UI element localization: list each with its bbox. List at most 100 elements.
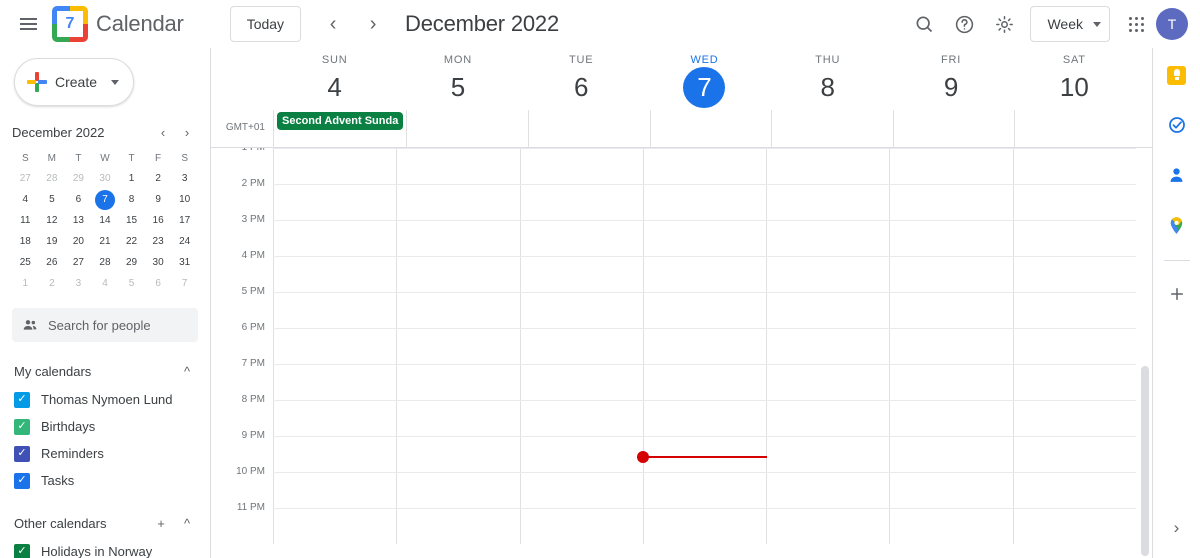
day-header-mon[interactable]: MON 5 bbox=[396, 48, 519, 108]
previous-period-button[interactable]: ‹ bbox=[313, 4, 353, 44]
mini-calendar-next-button[interactable]: › bbox=[176, 121, 198, 143]
day-header-sun[interactable]: SUN 4 bbox=[273, 48, 396, 108]
mini-calendar-day[interactable]: 21 bbox=[92, 231, 119, 252]
time-slot[interactable] bbox=[1012, 437, 1136, 472]
day-number[interactable]: 4 bbox=[314, 67, 356, 108]
search-icon[interactable] bbox=[904, 4, 944, 44]
time-slot[interactable] bbox=[1012, 473, 1136, 508]
time-slot[interactable] bbox=[273, 293, 396, 328]
time-slot[interactable] bbox=[766, 473, 889, 508]
mini-calendar-day[interactable]: 5 bbox=[39, 189, 66, 210]
time-slot[interactable] bbox=[273, 221, 396, 256]
mini-calendar-day[interactable]: 17 bbox=[171, 210, 198, 231]
expand-panel-button[interactable]: › bbox=[1160, 510, 1194, 544]
time-slot[interactable] bbox=[273, 257, 396, 292]
calendar-checkbox[interactable]: ✓ bbox=[14, 445, 30, 462]
time-slot[interactable] bbox=[1012, 149, 1136, 184]
time-slot[interactable] bbox=[642, 149, 766, 184]
time-slot[interactable] bbox=[396, 185, 519, 220]
all-day-event[interactable]: Second Advent Sunda bbox=[277, 112, 404, 130]
search-people-input[interactable]: Search for people bbox=[12, 308, 198, 342]
contacts-icon[interactable] bbox=[1160, 158, 1194, 192]
hamburger-menu-icon[interactable] bbox=[8, 4, 48, 44]
time-slot[interactable] bbox=[766, 149, 889, 184]
time-slot[interactable] bbox=[396, 257, 519, 292]
time-slot[interactable] bbox=[273, 509, 396, 544]
mini-calendar-prev-button[interactable]: ‹ bbox=[152, 121, 174, 143]
time-slot[interactable] bbox=[889, 509, 1012, 544]
day-header-fri[interactable]: FRI 9 bbox=[889, 48, 1012, 108]
mini-calendar-day[interactable]: 27 bbox=[12, 168, 39, 189]
time-slot[interactable] bbox=[519, 473, 643, 508]
mini-calendar-day[interactable]: 25 bbox=[12, 252, 39, 273]
mini-calendar-day[interactable]: 3 bbox=[65, 273, 92, 294]
next-period-button[interactable]: › bbox=[353, 4, 393, 44]
all-day-cell[interactable] bbox=[1014, 110, 1136, 148]
time-slot[interactable] bbox=[642, 365, 766, 400]
mini-calendar-day[interactable]: 8 bbox=[118, 189, 145, 210]
maps-icon[interactable] bbox=[1160, 208, 1194, 242]
gear-icon[interactable] bbox=[984, 4, 1024, 44]
time-slot[interactable] bbox=[889, 149, 1012, 184]
mini-calendar-day[interactable]: 26 bbox=[39, 252, 66, 273]
keep-icon[interactable] bbox=[1160, 58, 1194, 92]
create-button[interactable]: Create bbox=[14, 58, 134, 106]
time-slot[interactable] bbox=[889, 293, 1012, 328]
time-slot[interactable] bbox=[519, 257, 643, 292]
help-icon[interactable] bbox=[944, 4, 984, 44]
time-slot[interactable] bbox=[396, 401, 519, 436]
today-button[interactable]: Today bbox=[229, 6, 302, 42]
mini-calendar-day[interactable]: 18 bbox=[12, 231, 39, 252]
time-slot[interactable] bbox=[889, 365, 1012, 400]
mini-calendar-day[interactable]: 1 bbox=[12, 273, 39, 294]
time-slot[interactable] bbox=[642, 437, 766, 472]
mini-calendar-day[interactable]: 24 bbox=[171, 231, 198, 252]
time-slot[interactable] bbox=[1012, 401, 1136, 436]
time-slot[interactable] bbox=[1012, 509, 1136, 544]
all-day-cell[interactable] bbox=[771, 110, 893, 148]
time-slot[interactable] bbox=[642, 221, 766, 256]
time-slot[interactable] bbox=[396, 149, 519, 184]
time-slot[interactable] bbox=[273, 473, 396, 508]
mini-calendar-day[interactable]: 1 bbox=[118, 168, 145, 189]
all-day-cell[interactable] bbox=[406, 110, 528, 148]
time-slot[interactable] bbox=[642, 329, 766, 364]
time-slot[interactable] bbox=[519, 293, 643, 328]
day-number[interactable]: 9 bbox=[930, 67, 972, 108]
time-slot[interactable] bbox=[889, 185, 1012, 220]
time-slot[interactable] bbox=[519, 149, 643, 184]
mini-calendar-day[interactable]: 15 bbox=[118, 210, 145, 231]
time-slot[interactable] bbox=[396, 509, 519, 544]
time-slot[interactable] bbox=[396, 437, 519, 472]
calendar-logo[interactable]: 7 Calendar bbox=[52, 6, 184, 42]
time-slot[interactable] bbox=[519, 185, 643, 220]
time-slot[interactable] bbox=[273, 401, 396, 436]
mini-calendar-day[interactable]: 19 bbox=[39, 231, 66, 252]
chevron-up-icon[interactable]: ^ bbox=[176, 360, 198, 382]
time-slot[interactable] bbox=[889, 221, 1012, 256]
time-slot[interactable] bbox=[642, 401, 766, 436]
time-slot[interactable] bbox=[396, 293, 519, 328]
other-calendar-item[interactable]: ✓ Holidays in Norway bbox=[0, 538, 210, 558]
time-slot[interactable] bbox=[642, 257, 766, 292]
day-number[interactable]: 8 bbox=[807, 67, 849, 108]
mini-calendar-day[interactable]: 7 bbox=[92, 189, 119, 210]
time-slot[interactable] bbox=[766, 293, 889, 328]
mini-calendar-day[interactable]: 14 bbox=[92, 210, 119, 231]
my-calendar-item[interactable]: ✓ Birthdays bbox=[0, 413, 210, 440]
time-slot[interactable] bbox=[642, 293, 766, 328]
time-slot[interactable] bbox=[642, 473, 766, 508]
time-slot[interactable] bbox=[519, 509, 643, 544]
mini-calendar-day[interactable]: 4 bbox=[92, 273, 119, 294]
time-slot[interactable] bbox=[766, 185, 889, 220]
mini-calendar-day[interactable]: 27 bbox=[65, 252, 92, 273]
mini-calendar-day[interactable]: 12 bbox=[39, 210, 66, 231]
mini-calendar-day[interactable]: 29 bbox=[118, 252, 145, 273]
time-slot[interactable] bbox=[766, 365, 889, 400]
time-slot[interactable] bbox=[766, 329, 889, 364]
time-slot[interactable] bbox=[396, 329, 519, 364]
all-day-cell[interactable] bbox=[892, 110, 1015, 148]
time-slot[interactable] bbox=[1012, 329, 1136, 364]
other-calendars-header[interactable]: Other calendars + ^ bbox=[0, 508, 210, 538]
mini-calendar-day[interactable]: 22 bbox=[118, 231, 145, 252]
